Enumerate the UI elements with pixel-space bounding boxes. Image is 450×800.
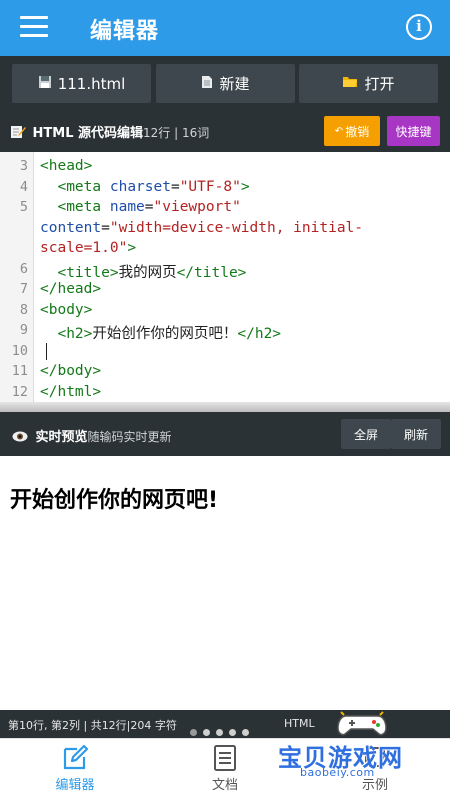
open-file-label: 打开 [364,75,395,93]
watermark: 宝贝游戏网 baobeiy.com [276,706,448,796]
code-line[interactable]: 10 [0,341,450,362]
menu-icon[interactable] [20,16,48,40]
code-text: <meta charset="UTF-8"> [57,178,250,195]
code-text: </head> [40,281,102,297]
document-icon [201,75,213,93]
text-cursor [46,342,47,360]
nav-editor[interactable]: 编辑器 [0,744,150,793]
editor-divider[interactable] [0,402,450,412]
code-line[interactable]: 6 <title>我的网页</title> [0,259,450,281]
line-number: 12 [11,383,28,400]
preview-header: 实时预览随输码实时更新 全屏 刷新 [0,412,450,456]
page-indicator [190,729,249,736]
shortcuts-button[interactable]: 快捷键 [387,116,440,146]
line-number: 8 [19,301,28,318]
code-editor[interactable]: 3 <head> 4 <meta charset="UTF-8"> 5 <meta n… [0,152,450,408]
code-line[interactable]: 12 </html> [0,382,450,403]
nav-editor-label: 编辑器 [55,778,95,793]
line-number: 9 [19,322,28,338]
open-file-button[interactable]: 打开 [299,64,438,103]
refresh-button[interactable]: 刷新 [391,419,441,449]
page-dot [229,729,236,736]
line-number: 10 [11,342,28,359]
current-file-button[interactable]: 111.html [12,64,151,103]
app-bar: 编辑器 i [0,0,450,56]
gamepad-logo-icon [337,711,387,736]
line-number: 3 [19,158,28,174]
code-text: <body> [40,301,93,318]
info-icon[interactable]: i [406,14,432,40]
live-preview-pane[interactable]: 开始创作你的网页吧! [0,456,450,710]
undo-button[interactable]: ↶ 撤销 [324,116,380,146]
folder-icon [342,75,358,92]
edit-icon [63,744,89,770]
editor-title: HTML 源代码编辑12行 | 16词 [10,122,209,143]
undo-label: 撤销 [345,124,370,139]
page-dot [216,729,223,736]
watermark-url: baobeiy.com [300,766,375,779]
eye-icon [12,431,28,446]
line-number: 4 [19,178,28,195]
preview-heading: 开始创作你的网页吧! [10,488,219,513]
code-text: <meta name="viewport" [57,199,241,215]
file-toolbar: 111.html 新建 打开 [0,56,450,110]
page-dot [190,729,197,736]
current-file-label: 111.html [57,74,126,93]
code-text: </body> [40,363,102,379]
editor-title-text: HTML 源代码编辑 [32,126,144,141]
editor-header: HTML 源代码编辑12行 | 16词 ↶ 撤销 快捷键 [0,110,450,152]
preview-subtitle: 随输码实时更新 [87,430,172,444]
line-number: 5 [19,199,28,215]
line-number: 7 [19,281,28,297]
code-line[interactable]: 8 <body> [0,300,450,321]
page-dot [203,729,210,736]
document-list-icon [214,745,236,771]
code-line[interactable]: content="width=device-width, initial- [0,218,450,239]
code-text: content="width=device-width, initial- [40,219,364,236]
code-text: </html> [40,383,102,400]
code-text: <head> [40,158,93,174]
undo-icon: ↶ [334,125,344,137]
app-title: 编辑器 [90,19,160,44]
new-file-label: 新建 [219,75,250,93]
code-line[interactable]: 4 <meta charset="UTF-8"> [0,177,450,198]
code-text: scale=1.0"> [40,240,137,256]
code-line[interactable]: 9 <h2>开始创作你的网页吧！</h2> [0,320,450,342]
code-line[interactable]: 11 </body> [0,361,450,382]
fullscreen-button[interactable]: 全屏 [341,419,391,449]
preview-title-text: 实时预览 [35,430,88,445]
page-dot [242,729,249,736]
save-disk-icon [38,75,52,93]
code-line[interactable]: 7 </head> [0,279,450,300]
line-number: 11 [11,363,28,379]
cursor-position: 第10行, 第2列 | 共12行|204 字符 [8,719,177,732]
code-line[interactable]: 5 <meta name="viewport" [0,197,450,218]
code-line[interactable]: 3 <head> [0,156,450,177]
pencil-note-icon [10,124,26,143]
code-line[interactable]: scale=1.0"> [0,238,450,259]
line-number: 6 [19,260,28,277]
editor-stats: 12行 | 16词 [143,126,210,140]
new-file-button[interactable]: 新建 [156,64,295,103]
preview-title: 实时预览随输码实时更新 [12,426,172,446]
